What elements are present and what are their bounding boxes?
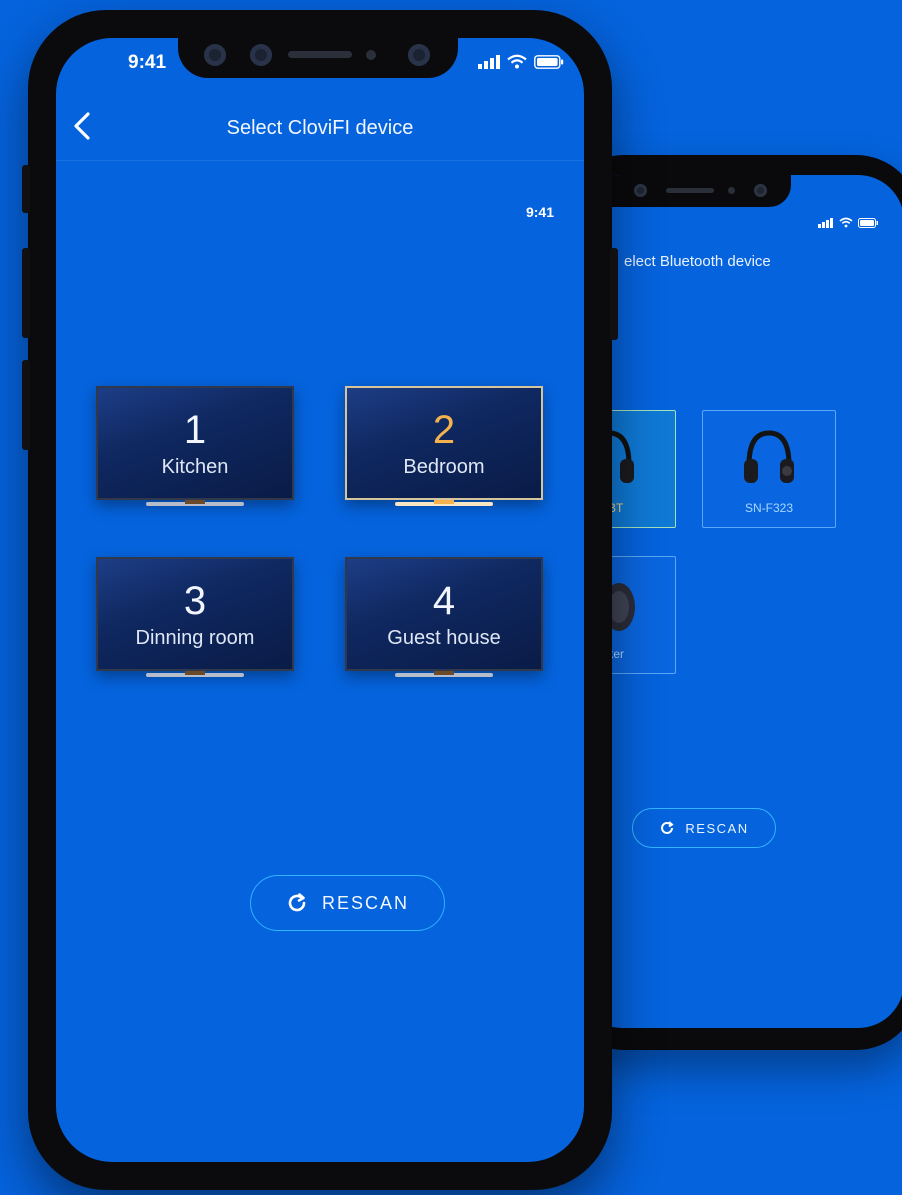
page-title: Select CloviFI device xyxy=(226,117,414,139)
room-number: 1 xyxy=(183,407,207,452)
room-tile-guest-house[interactable]: 4 Guest house xyxy=(345,557,543,689)
room-tile-bedroom[interactable]: 2 Bedroom xyxy=(345,386,543,518)
tv-stand-indicator xyxy=(185,671,205,675)
sensor-dot xyxy=(366,50,376,60)
front-phone-notch xyxy=(178,38,458,78)
tv-panel: 2 Bedroom xyxy=(345,386,543,500)
back-status-icons xyxy=(818,217,878,228)
back-phone-screen: elect Bluetooth device 40BT SN-F323 xyxy=(576,175,902,1028)
sensor-dot xyxy=(728,187,735,194)
camera-icon xyxy=(408,44,430,66)
room-number: 4 xyxy=(432,578,456,623)
camera-icon xyxy=(634,184,647,197)
battery-icon xyxy=(858,217,878,228)
volume-down-button xyxy=(22,360,30,450)
tv-stand-indicator xyxy=(185,500,205,504)
room-name: Kitchen xyxy=(161,455,229,478)
room-name: Bedroom xyxy=(403,455,485,478)
nav-divider xyxy=(56,160,584,161)
tv-panel: 4 Guest house xyxy=(345,557,543,671)
room-name: Guest house xyxy=(387,626,501,649)
back-page-title: elect Bluetooth device xyxy=(624,253,771,270)
refresh-icon xyxy=(288,893,306,912)
headphones-icon xyxy=(744,430,794,483)
mute-switch xyxy=(22,165,30,213)
rescan-button[interactable]: RESCAN xyxy=(250,875,445,931)
status-time: 9:41 xyxy=(128,52,167,73)
battery-icon xyxy=(534,54,564,69)
room-number: 2 xyxy=(432,407,456,452)
signal-icon xyxy=(478,54,500,69)
front-phone: 9:41 Select CloviFI device 9:41 1 Kitche… xyxy=(22,10,618,1190)
wifi-icon xyxy=(839,217,853,228)
rescan-label: RESCAN xyxy=(321,892,409,913)
camera-icon xyxy=(204,44,226,66)
signal-icon xyxy=(818,217,833,228)
room-number: 3 xyxy=(183,578,207,623)
front-phone-screen: 9:41 Select CloviFI device 9:41 1 Kitche… xyxy=(56,38,584,1162)
volume-up-button xyxy=(22,248,30,338)
back-rescan-button[interactable]: RESCAN xyxy=(632,808,776,848)
tv-stand-indicator xyxy=(434,500,454,504)
status-icons xyxy=(478,54,564,69)
refresh-icon xyxy=(661,821,675,834)
back-rescan-label: RESCAN xyxy=(685,820,749,836)
speaker-grille xyxy=(288,51,352,58)
tv-panel: 1 Kitchen xyxy=(96,386,294,500)
room-tile-kitchen[interactable]: 1 Kitchen xyxy=(96,386,294,518)
inner-status-time: 9:41 xyxy=(525,204,554,220)
camera-icon xyxy=(754,184,767,197)
bluetooth-device-tile[interactable]: SN-F323 xyxy=(702,410,836,528)
camera-icon xyxy=(250,44,272,66)
tv-stand-indicator xyxy=(434,671,454,675)
power-button xyxy=(610,248,618,340)
tv-panel: 3 Dinning room xyxy=(96,557,294,671)
room-name: Dinning room xyxy=(135,626,255,649)
speaker-grille xyxy=(666,188,714,193)
wifi-icon xyxy=(507,54,527,69)
room-tile-dinning-room[interactable]: 3 Dinning room xyxy=(96,557,294,689)
bluetooth-device-label: SN-F323 xyxy=(744,501,794,515)
